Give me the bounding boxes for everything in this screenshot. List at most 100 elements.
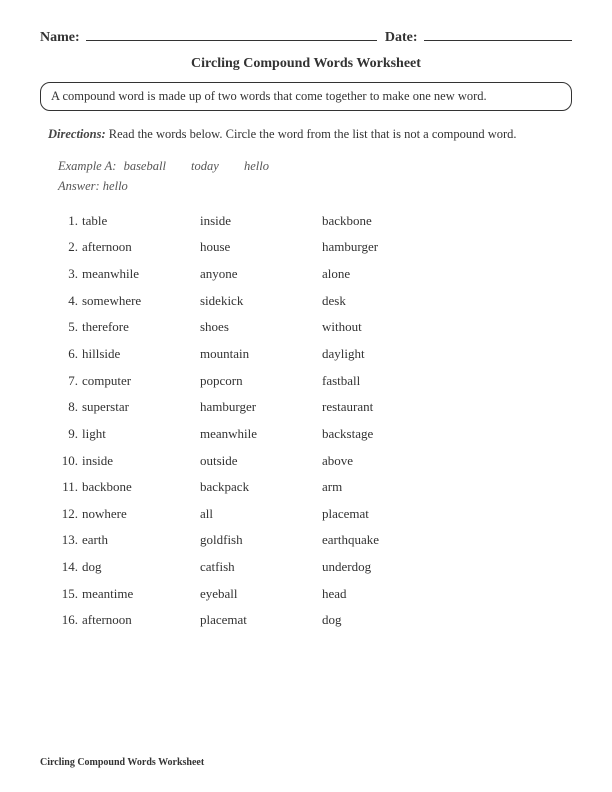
example-block: Example A: baseball today hello Answer: … <box>58 156 554 196</box>
word-c[interactable]: placemat <box>322 501 452 528</box>
word-a[interactable]: table <box>82 208 200 235</box>
word-a[interactable]: therefore <box>82 314 200 341</box>
directions: Directions: Read the words below. Circle… <box>48 125 564 144</box>
word-a[interactable]: superstar <box>82 394 200 421</box>
row-number: 3. <box>58 261 82 288</box>
example-w3: hello <box>244 159 269 173</box>
word-a[interactable]: dog <box>82 554 200 581</box>
answer-value: hello <box>103 179 128 193</box>
answer-line: Answer: hello <box>58 176 554 196</box>
word-b[interactable]: catfish <box>200 554 322 581</box>
list-row: 11.backbonebackpackarm <box>58 474 554 501</box>
word-b[interactable]: sidekick <box>200 288 322 315</box>
name-group: Name: <box>40 30 377 46</box>
word-c[interactable]: desk <box>322 288 452 315</box>
word-a[interactable]: nowhere <box>82 501 200 528</box>
word-a[interactable]: earth <box>82 527 200 554</box>
list-row: 4.somewheresidekickdesk <box>58 288 554 315</box>
word-b[interactable]: outside <box>200 448 322 475</box>
example-words: baseball today hello <box>124 159 291 173</box>
row-number: 6. <box>58 341 82 368</box>
row-number: 12. <box>58 501 82 528</box>
word-c[interactable]: earthquake <box>322 527 452 554</box>
row-number: 2. <box>58 234 82 261</box>
word-b[interactable]: inside <box>200 208 322 235</box>
word-a[interactable]: computer <box>82 368 200 395</box>
word-c[interactable]: underdog <box>322 554 452 581</box>
row-number: 11. <box>58 474 82 501</box>
word-c[interactable]: daylight <box>322 341 452 368</box>
name-blank[interactable] <box>86 40 377 41</box>
word-list: 1.tableinsidebackbone2.afternoonhouseham… <box>58 208 554 634</box>
word-c[interactable]: above <box>322 448 452 475</box>
word-a[interactable]: hillside <box>82 341 200 368</box>
name-label: Name: <box>40 30 80 46</box>
list-row: 9.lightmeanwhilebackstage <box>58 421 554 448</box>
word-c[interactable]: backbone <box>322 208 452 235</box>
example-w1: baseball <box>124 159 166 173</box>
word-a[interactable]: light <box>82 421 200 448</box>
list-row: 1.tableinsidebackbone <box>58 208 554 235</box>
list-row: 13.earthgoldfishearthquake <box>58 527 554 554</box>
row-number: 15. <box>58 581 82 608</box>
word-a[interactable]: backbone <box>82 474 200 501</box>
word-a[interactable]: meanwhile <box>82 261 200 288</box>
list-row: 6.hillsidemountaindaylight <box>58 341 554 368</box>
list-row: 10.insideoutsideabove <box>58 448 554 475</box>
list-row: 14.dogcatfishunderdog <box>58 554 554 581</box>
list-row: 8.superstarhamburgerrestaurant <box>58 394 554 421</box>
row-number: 16. <box>58 607 82 634</box>
list-row: 12.nowhereallplacemat <box>58 501 554 528</box>
answer-label: Answer: <box>58 179 100 193</box>
word-c[interactable]: backstage <box>322 421 452 448</box>
word-a[interactable]: afternoon <box>82 234 200 261</box>
word-b[interactable]: house <box>200 234 322 261</box>
example-w2: today <box>191 159 219 173</box>
row-number: 13. <box>58 527 82 554</box>
info-box: A compound word is made up of two words … <box>40 82 572 111</box>
list-row: 15.meantimeeyeballhead <box>58 581 554 608</box>
example-line: Example A: baseball today hello <box>58 156 554 176</box>
word-c[interactable]: without <box>322 314 452 341</box>
row-number: 1. <box>58 208 82 235</box>
word-c[interactable]: restaurant <box>322 394 452 421</box>
word-c[interactable]: alone <box>322 261 452 288</box>
page-title: Circling Compound Words Worksheet <box>40 56 572 72</box>
word-b[interactable]: shoes <box>200 314 322 341</box>
directions-text: Read the words below. Circle the word fr… <box>109 127 517 141</box>
word-b[interactable]: all <box>200 501 322 528</box>
row-number: 9. <box>58 421 82 448</box>
word-b[interactable]: mountain <box>200 341 322 368</box>
word-a[interactable]: meantime <box>82 581 200 608</box>
word-c[interactable]: arm <box>322 474 452 501</box>
word-b[interactable]: backpack <box>200 474 322 501</box>
word-b[interactable]: eyeball <box>200 581 322 608</box>
date-label: Date: <box>385 30 418 46</box>
word-c[interactable]: dog <box>322 607 452 634</box>
word-c[interactable]: fastball <box>322 368 452 395</box>
word-b[interactable]: meanwhile <box>200 421 322 448</box>
word-a[interactable]: somewhere <box>82 288 200 315</box>
date-blank[interactable] <box>424 40 572 41</box>
word-a[interactable]: afternoon <box>82 607 200 634</box>
row-number: 7. <box>58 368 82 395</box>
row-number: 14. <box>58 554 82 581</box>
footer-title: Circling Compound Words Worksheet <box>40 757 204 768</box>
word-b[interactable]: anyone <box>200 261 322 288</box>
word-b[interactable]: goldfish <box>200 527 322 554</box>
list-row: 3.meanwhileanyonealone <box>58 261 554 288</box>
word-b[interactable]: placemat <box>200 607 322 634</box>
date-group: Date: <box>385 30 572 46</box>
list-row: 2.afternoonhousehamburger <box>58 234 554 261</box>
header-line: Name: Date: <box>40 30 572 46</box>
row-number: 8. <box>58 394 82 421</box>
row-number: 4. <box>58 288 82 315</box>
word-b[interactable]: hamburger <box>200 394 322 421</box>
example-label: Example A: <box>58 159 116 173</box>
word-c[interactable]: hamburger <box>322 234 452 261</box>
word-a[interactable]: inside <box>82 448 200 475</box>
word-b[interactable]: popcorn <box>200 368 322 395</box>
word-c[interactable]: head <box>322 581 452 608</box>
list-row: 5.thereforeshoeswithout <box>58 314 554 341</box>
list-row: 16.afternoonplacematdog <box>58 607 554 634</box>
